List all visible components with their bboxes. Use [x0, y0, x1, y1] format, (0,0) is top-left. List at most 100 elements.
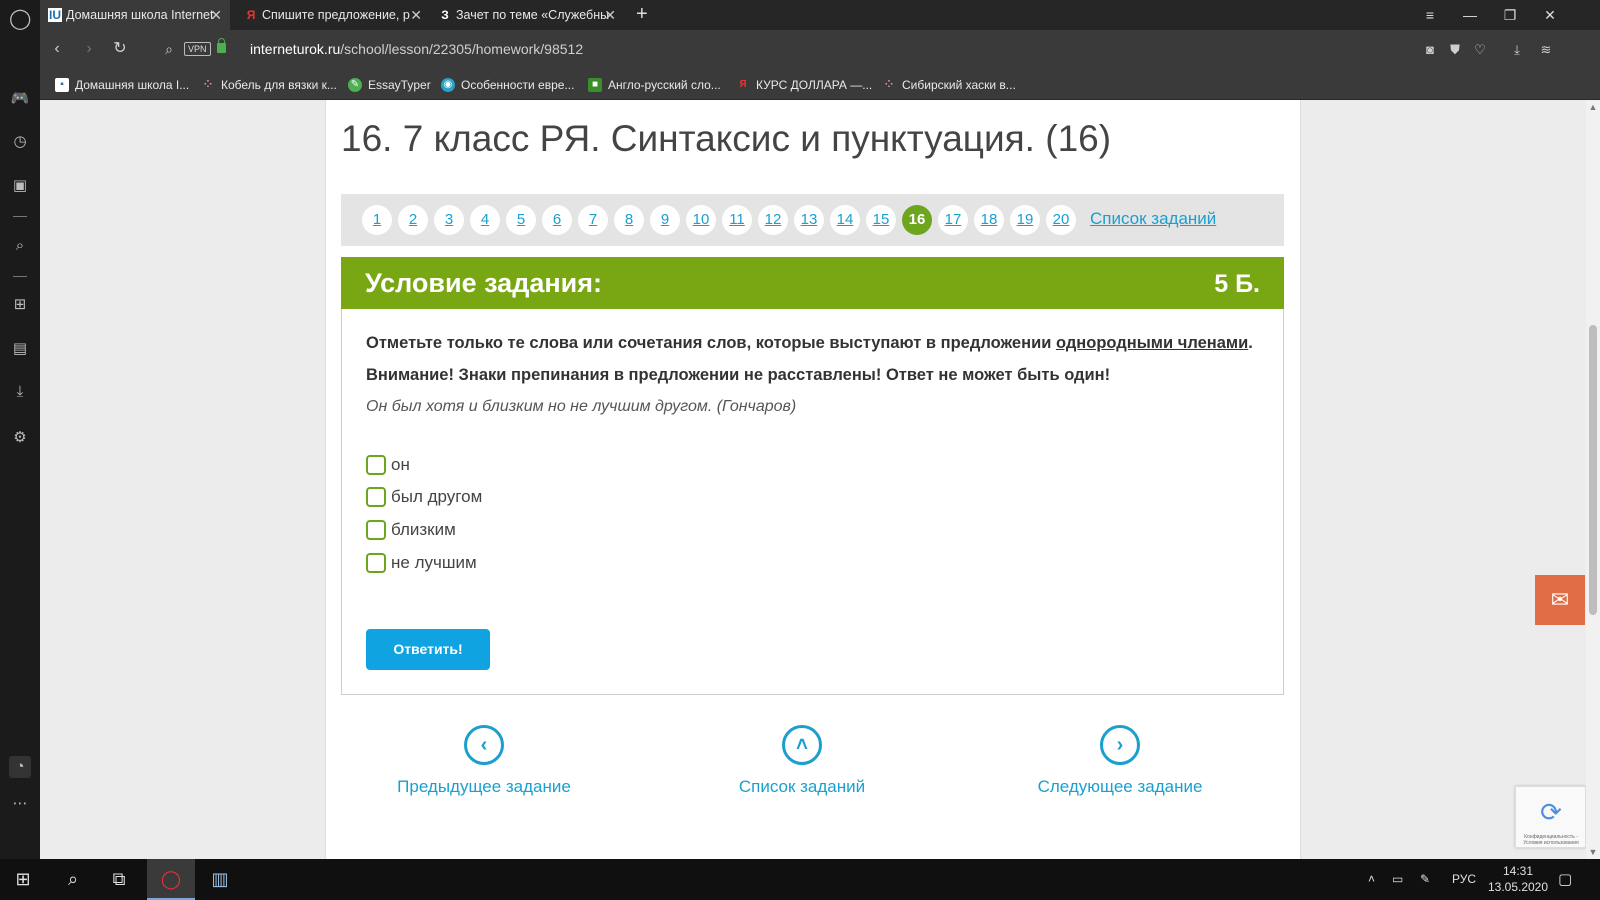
task-list-nav-link[interactable]: ˄ Список заданий	[692, 725, 912, 797]
speed-dial-icon[interactable]: ⊞	[9, 294, 31, 316]
checkbox[interactable]	[366, 553, 386, 573]
search-icon[interactable]: ⌕	[158, 38, 180, 60]
next-task-link[interactable]: › Следующее задание	[1010, 725, 1230, 797]
example-sentence: Он был хотя и близким но не лучшим друго…	[366, 398, 797, 415]
reload-icon[interactable]: ↻	[109, 38, 131, 60]
adblock-shield-icon[interactable]: ⛊	[1445, 40, 1465, 60]
search-icon[interactable]: ⌕	[9, 235, 31, 257]
scroll-thumb[interactable]	[1589, 325, 1597, 615]
bookmark-item[interactable]: Я КУРС ДОЛЛАРА —...	[736, 70, 872, 100]
browser-sidebar: ◯ 🎮 ◷ ▣ ⌕ ⊞ ▤ ⤓ ⚙ ◔ ⋯	[0, 0, 40, 859]
task-link-16-current[interactable]: 16	[902, 205, 932, 235]
close-window-button[interactable]: ✕	[1530, 0, 1570, 30]
bookmark-item[interactable]: ✎ EssayTyper	[348, 70, 431, 100]
language-indicator[interactable]: РУС	[1452, 859, 1476, 900]
next-task-label[interactable]: Следующее задание	[1010, 777, 1230, 797]
tab-menu-icon[interactable]: ≡	[1410, 0, 1450, 30]
vpn-badge[interactable]: VPN	[184, 42, 211, 56]
scroll-down-icon[interactable]: ▼	[1586, 845, 1600, 859]
pen-icon[interactable]: ✎	[1420, 859, 1430, 900]
chevron-left-icon[interactable]: ‹	[464, 725, 504, 765]
chat-icon[interactable]: ✉	[1535, 575, 1585, 625]
task-link-10[interactable]: 10	[686, 205, 716, 235]
recaptcha-text: Конфиденциальность - Условия использован…	[1523, 834, 1579, 846]
battery-icon[interactable]: ▭	[1392, 859, 1403, 900]
clock[interactable]: 14:31 13.05.2020	[1486, 863, 1550, 895]
restore-button[interactable]: ❐	[1490, 0, 1530, 30]
bookmark-item[interactable]: ▪ Домашняя школа I...	[55, 70, 189, 100]
task-link-14[interactable]: 14	[830, 205, 860, 235]
tab-yandex-question[interactable]: Я Спишите предложение, р ✕	[236, 0, 430, 30]
bookmark-item[interactable]: ■ Англо-русский сло...	[588, 70, 721, 100]
new-tab-button[interactable]: +	[636, 0, 648, 28]
news-icon[interactable]: ▤	[9, 338, 31, 360]
close-icon[interactable]: ✕	[604, 0, 616, 30]
task-link-20[interactable]: 20	[1046, 205, 1076, 235]
downloads-icon[interactable]: ⤓	[9, 381, 31, 403]
forward-icon[interactable]: ›	[78, 38, 100, 60]
wifi-icon[interactable]: ◔	[9, 756, 31, 778]
task-link-2[interactable]: 2	[398, 205, 428, 235]
task-link-15[interactable]: 15	[866, 205, 896, 235]
checkbox[interactable]	[366, 487, 386, 507]
bookmark-item[interactable]: ⁘ Сибирский хаски в...	[882, 70, 1016, 100]
task-list-nav-label[interactable]: Список заданий	[692, 777, 912, 797]
bookmark-item[interactable]: ⁘ Кобель для вязки к...	[201, 70, 337, 100]
close-icon[interactable]: ✕	[410, 0, 422, 30]
task-list-link[interactable]: Список заданий	[1090, 209, 1216, 229]
task-link-11[interactable]: 11	[722, 205, 752, 235]
heart-icon[interactable]: ♡	[1470, 40, 1490, 60]
recaptcha-badge[interactable]: ⟳ Конфиденциальность - Условия использов…	[1515, 786, 1586, 848]
lock-icon[interactable]	[217, 38, 226, 53]
tray-expand-icon[interactable]: ˄	[1368, 859, 1375, 900]
url-field[interactable]: interneturok.ru/school/lesson/22305/home…	[250, 41, 583, 57]
twitch-icon[interactable]: ▣	[9, 175, 31, 197]
task-link-8[interactable]: 8	[614, 205, 644, 235]
settings-icon[interactable]: ⚙	[9, 427, 31, 449]
more-icon[interactable]: ⋯	[9, 793, 31, 815]
close-icon[interactable]: ✕	[210, 0, 222, 30]
task-link-9[interactable]: 9	[650, 205, 680, 235]
notifications-icon[interactable]: ▢	[1558, 859, 1572, 900]
search-icon[interactable]: ⌕	[50, 859, 96, 900]
chevron-up-icon[interactable]: ˄	[782, 725, 822, 765]
speed-icon[interactable]: ◷	[9, 131, 31, 153]
task-link-7[interactable]: 7	[578, 205, 608, 235]
bookmark-label: Кобель для вязки к...	[221, 78, 337, 92]
task-link-17[interactable]: 17	[938, 205, 968, 235]
bookmark-item[interactable]: ◉ Особенности евре...	[441, 70, 574, 100]
opera-taskbar-icon[interactable]: ◯	[147, 859, 195, 900]
easy-setup-icon[interactable]: ≋	[1536, 40, 1556, 60]
windows-start-icon[interactable]: ⊞	[0, 859, 46, 900]
task-link-5[interactable]: 5	[506, 205, 536, 235]
task-link-3[interactable]: 3	[434, 205, 464, 235]
snapshot-icon[interactable]: ◙	[1420, 40, 1440, 60]
answer-button[interactable]: Ответить!	[366, 629, 490, 670]
scroll-up-icon[interactable]: ▲	[1586, 100, 1600, 114]
checkbox[interactable]	[366, 455, 386, 475]
prev-task-label[interactable]: Предыдущее задание	[374, 777, 594, 797]
tab-znanija[interactable]: З Зачет по теме «Служебны ✕	[430, 0, 624, 30]
task-link-12[interactable]: 12	[758, 205, 788, 235]
task-link-18[interactable]: 18	[974, 205, 1004, 235]
task-link-1[interactable]: 1	[362, 205, 392, 235]
bookmark-label: Англо-русский сло...	[608, 78, 721, 92]
chevron-right-icon[interactable]: ›	[1100, 725, 1140, 765]
task-view-icon[interactable]: ⧉	[96, 859, 142, 900]
app-taskbar-icon[interactable]: ▥	[196, 859, 244, 900]
task-link-13[interactable]: 13	[794, 205, 824, 235]
page-scrollbar[interactable]: ▲ ▼	[1586, 100, 1600, 859]
checkbox[interactable]	[366, 520, 386, 540]
prev-task-link[interactable]: ‹ Предыдущее задание	[374, 725, 594, 797]
question-text: Отметьте только те слова или сочетания с…	[366, 334, 1266, 353]
download-icon[interactable]: ⤓	[1507, 40, 1527, 60]
task-link-19[interactable]: 19	[1010, 205, 1040, 235]
task-link-4[interactable]: 4	[470, 205, 500, 235]
dots-icon: ⁘	[884, 79, 894, 90]
minimize-button[interactable]: —	[1450, 0, 1490, 30]
tab-interneturok[interactable]: IU Домашняя школа Internet ✕	[40, 0, 230, 30]
task-link-6[interactable]: 6	[542, 205, 572, 235]
back-icon[interactable]: ‹	[46, 38, 68, 60]
opera-menu-icon[interactable]: ◯	[9, 8, 31, 30]
gx-control-icon[interactable]: 🎮	[9, 88, 31, 110]
